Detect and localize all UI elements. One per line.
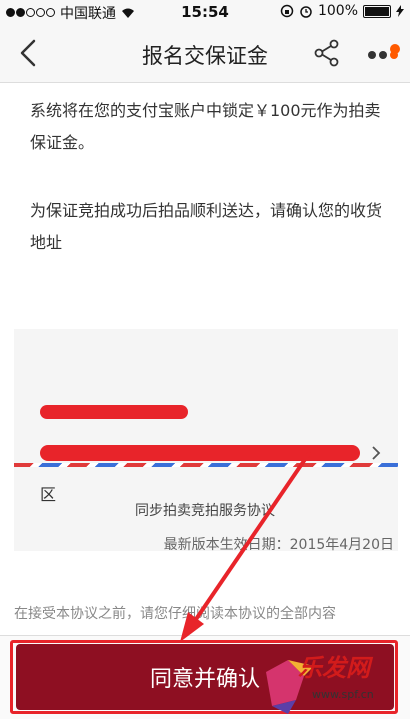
effective-date: 最新版本生效日期：2015年4月20日 (163, 537, 394, 553)
share-icon[interactable] (312, 38, 342, 68)
redacted-address (40, 445, 360, 461)
more-dots-icon[interactable] (366, 44, 402, 62)
confirm-label: 同意并确认 (149, 667, 260, 692)
alarm-icon (300, 6, 312, 18)
charging-icon (396, 5, 404, 17)
watermark-brand: 乐发网 (298, 653, 370, 682)
lock-rotation-icon (280, 4, 294, 18)
lock-notice: 系统将在您的支付宝账户中锁定￥100元作为拍卖保证金。 (30, 101, 381, 152)
agreement-intro: 在接受本协议之前，请您仔细阅读本协议的全部内容 (14, 606, 336, 622)
battery-icon (363, 4, 391, 18)
main-content[interactable]: 系统将在您的支付宝账户中锁定￥100元作为拍卖保证金。 为保证竞拍成功后拍品顺利… (0, 83, 410, 635)
chevron-right-icon[interactable] (370, 445, 382, 461)
agreement-title[interactable]: 同步拍卖竞拍服务协议 (0, 500, 410, 520)
watermark-url: www.spf.cn (312, 688, 374, 701)
status-right: 100% (280, 3, 404, 19)
redacted-recipient (40, 405, 188, 419)
address-prompt: 为保证竞拍成功后拍品顺利送达，请确认您的收货地址 (30, 201, 383, 252)
status-bar: 中国联通 15:54 100% (0, 0, 410, 24)
notification-badge (390, 44, 400, 54)
airmail-border (14, 463, 398, 467)
nav-bar: 报名交保证金 (0, 24, 410, 83)
page-title: 报名交保证金 (142, 44, 268, 68)
battery-percent: 100% (317, 3, 358, 19)
